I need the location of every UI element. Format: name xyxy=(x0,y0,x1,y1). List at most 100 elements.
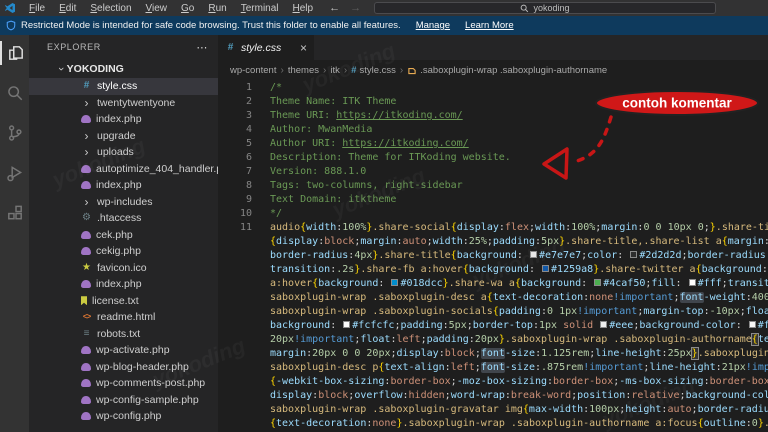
code-line[interactable]: {text-decoration:none}.saboxplugin-wrap … xyxy=(218,417,768,431)
code-line[interactable]: saboxplugin-desc p{text-align:left;font-… xyxy=(218,361,768,375)
tree-item-style.css[interactable]: # style.css xyxy=(29,78,218,95)
tree-item-wp-config.php[interactable]: wp-config.php xyxy=(29,408,218,425)
root-folder-label: YOKODING xyxy=(66,62,124,75)
code-line[interactable]: 7 Version: 888.1.0 xyxy=(218,165,768,179)
color-swatch xyxy=(630,251,638,258)
code-line[interactable]: 3 Theme URI: https://itkoding.com/ xyxy=(218,109,768,123)
tree-item-readme.html[interactable]: <> readme.html xyxy=(29,309,218,326)
line-number xyxy=(218,375,252,389)
learn-more-link[interactable]: Learn More xyxy=(465,20,514,31)
line-number xyxy=(218,249,252,263)
line-number xyxy=(218,333,252,347)
tree-item-label: favicon.ico xyxy=(97,261,147,274)
tree-item-label: cek.php xyxy=(96,228,133,241)
line-number: 6 xyxy=(245,152,252,163)
menu-go[interactable]: Go xyxy=(174,2,201,15)
chevron-right-icon: › xyxy=(322,65,327,76)
tree-item-label: wp-comments-post.php xyxy=(96,377,206,390)
code-line[interactable]: 1/* xyxy=(218,81,768,95)
breadcrumb-item[interactable]: wp-content xyxy=(230,65,276,76)
tree-item-cekig.php[interactable]: cekig.php xyxy=(29,243,218,260)
code-editor[interactable]: 1/* 2 Theme Name: ITK Theme 3 Theme URI: htt… xyxy=(218,81,768,432)
tree-item-.htaccess[interactable]: ⚙ .htaccess xyxy=(29,210,218,227)
code-line[interactable]: 8 Tags: two-columns, right-sidebar xyxy=(218,179,768,193)
tree-item-index.php[interactable]: index.php xyxy=(29,177,218,194)
code-line[interactable]: 20px!important;float:left;padding:20px}.… xyxy=(218,333,768,347)
tree-item-autoptimize_404_handler.php[interactable]: autoptimize_404_handler.php xyxy=(29,161,218,178)
code-line[interactable]: 5 Author URI: https://itkoding.com/ xyxy=(218,137,768,151)
code-line[interactable]: saboxplugin-wrap .saboxplugin-desc a{tex… xyxy=(218,291,768,305)
close-icon[interactable]: × xyxy=(300,42,307,54)
list-icon: ≡ xyxy=(83,327,90,339)
menu-terminal[interactable]: Terminal xyxy=(234,2,286,15)
tree-item-wp-config-sample.php[interactable]: wp-config-sample.php xyxy=(29,392,218,409)
tree-item-upgrade[interactable]: › upgrade xyxy=(29,128,218,145)
back-arrow-icon[interactable]: ← xyxy=(324,2,345,14)
search-sidebar-icon[interactable] xyxy=(0,81,29,105)
tree-item-index.php[interactable]: index.php xyxy=(29,111,218,128)
code-line[interactable]: 4 Author: MwanMedia xyxy=(218,123,768,137)
code-line[interactable]: saboxplugin-wrap .saboxplugin-socials{pa… xyxy=(218,305,768,319)
code-line[interactable]: display:block;overflow:hidden;word-wrap:… xyxy=(218,389,768,403)
tree-item-favicon.ico[interactable]: ★ favicon.ico xyxy=(29,260,218,277)
more-actions-icon[interactable]: ⋯ xyxy=(196,41,208,54)
tree-item-uploads[interactable]: › uploads xyxy=(29,144,218,161)
breadcrumb-item[interactable]: itk xyxy=(330,65,340,76)
menu-edit[interactable]: Edit xyxy=(52,2,83,15)
menu-help[interactable]: Help xyxy=(286,2,321,15)
tree-item-twentytwentyone[interactable]: › twentytwentyone xyxy=(29,95,218,112)
menu-run[interactable]: Run xyxy=(201,2,233,15)
code-line[interactable]: 11 audio{width:100%}.share-social{display… xyxy=(218,221,768,235)
php-icon xyxy=(81,346,91,355)
source-control-icon[interactable] xyxy=(0,121,29,145)
tree-item-label: wp-config.php xyxy=(96,410,162,423)
tree-item-wp-comments-post.php[interactable]: wp-comments-post.php xyxy=(29,375,218,392)
tree-item-label: wp-blog-header.php xyxy=(96,360,189,373)
chevron-right-icon: › xyxy=(84,194,89,209)
tree-item-label: index.php xyxy=(96,278,142,291)
forward-arrow-icon[interactable]: → xyxy=(345,2,366,14)
menu-view[interactable]: View xyxy=(139,2,175,15)
explorer-icon[interactable] xyxy=(0,41,29,65)
run-debug-icon[interactable] xyxy=(0,161,29,185)
tree-item-license.txt[interactable]: license.txt xyxy=(29,293,218,310)
code-line[interactable]: 6 Description: Theme for ITKoding website… xyxy=(218,151,768,165)
command-center-search[interactable]: yokoding xyxy=(374,2,716,14)
menu-selection[interactable]: Selection xyxy=(83,2,138,15)
code-line[interactable]: background: #fcfcfc;padding:5px;border-t… xyxy=(218,319,768,333)
php-icon xyxy=(81,379,91,388)
code-line[interactable]: {display:block;margin:auto;width:25%;pad… xyxy=(218,235,768,249)
code-line[interactable]: saboxplugin-wrap .saboxplugin-gravatar i… xyxy=(218,403,768,417)
line-number xyxy=(218,347,252,361)
line-number xyxy=(218,305,252,319)
tree-item-wp-blog-header.php[interactable]: wp-blog-header.php xyxy=(29,359,218,376)
breadcrumb-item[interactable]: themes xyxy=(288,65,319,76)
tree-root-folder[interactable]: › YOKODING xyxy=(29,59,218,78)
php-icon xyxy=(81,395,91,404)
breadcrumb-item[interactable]: # style.css xyxy=(351,65,396,76)
tree-item-index.php[interactable]: index.php xyxy=(29,276,218,293)
line-number: 7 xyxy=(245,166,252,177)
tab-style-css[interactable]: # style.css × xyxy=(218,35,314,60)
menu-file[interactable]: File xyxy=(22,2,52,15)
code-line[interactable]: 9 Text Domain: itktheme xyxy=(218,193,768,207)
extensions-icon[interactable] xyxy=(0,201,29,225)
line-number: 2 xyxy=(245,96,252,107)
code-line[interactable]: margin:20px 0 0 20px;display:block;font-… xyxy=(218,347,768,361)
code-line[interactable]: transition:.2s}.share-fb a:hover{backgro… xyxy=(218,263,768,277)
code-line[interactable]: 10 */ xyxy=(218,207,768,221)
manage-link[interactable]: Manage xyxy=(416,20,450,31)
color-swatch xyxy=(391,279,399,286)
breadcrumb-item[interactable]: .saboxplugin-wrap .saboxplugin-authornam… xyxy=(407,65,607,76)
gear-icon: ⚙ xyxy=(82,212,91,224)
tree-item-wp-activate.php[interactable]: wp-activate.php xyxy=(29,342,218,359)
line-number xyxy=(218,277,252,291)
code-line[interactable]: {-webkit-box-sizing:border-box;-moz-box-… xyxy=(218,375,768,389)
code-line[interactable]: 2 Theme Name: ITK Theme xyxy=(218,95,768,109)
tree-item-wp-includes[interactable]: › wp-includes xyxy=(29,194,218,211)
code-line[interactable]: border-radius:4px}.share-title{backgroun… xyxy=(218,249,768,263)
code-line[interactable]: a:hover{background: #018dcc}.share-wa a{… xyxy=(218,277,768,291)
tree-item-cek.php[interactable]: cek.php xyxy=(29,227,218,244)
history-nav: ← → xyxy=(324,2,366,14)
tree-item-robots.txt[interactable]: ≡ robots.txt xyxy=(29,326,218,343)
